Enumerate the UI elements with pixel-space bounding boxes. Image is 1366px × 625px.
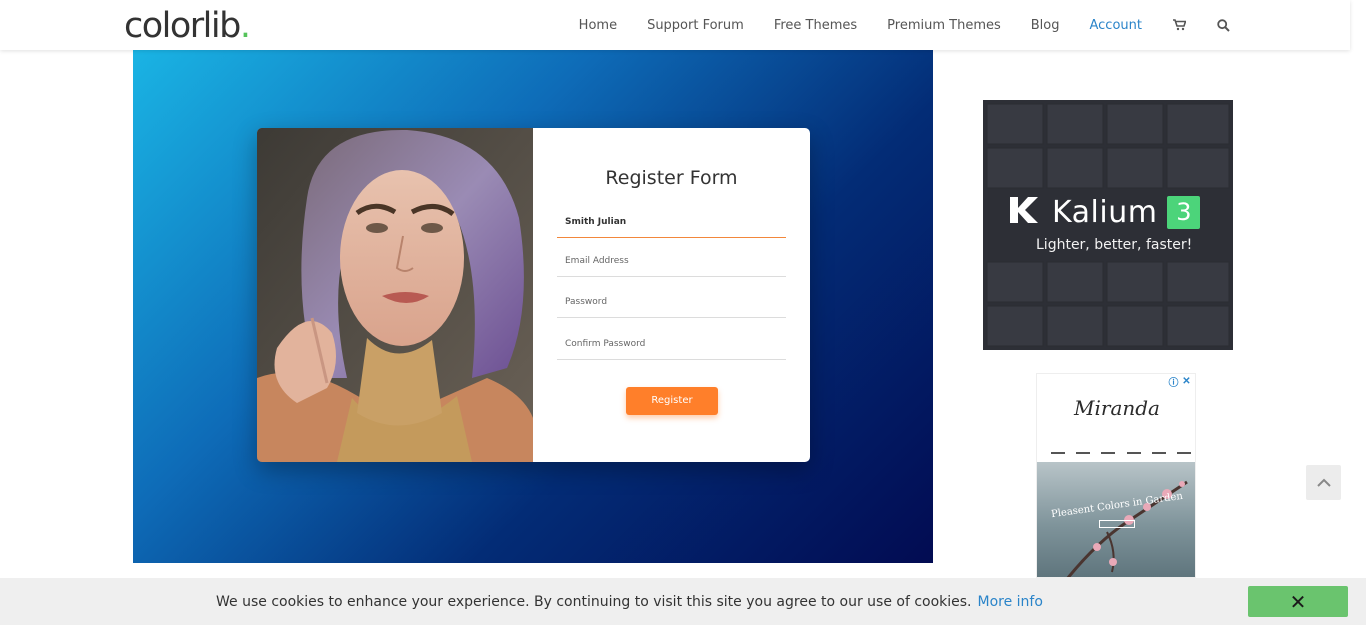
miranda-nav [1051,452,1191,456]
miranda-ad[interactable]: ⓘ ✕ Miranda Pleasent Colors in Garden [1036,373,1196,578]
more-info-link[interactable]: More info [978,594,1043,610]
kalium-ad[interactable]: Kalium 3 Lighter, better, faster! [983,100,1233,350]
register-card: Register Form Smith Julian Email Address… [257,128,810,462]
form-title: Register Form [605,167,738,189]
kalium-logo-icon [1008,195,1040,230]
register-form: Register Form Smith Julian Email Address… [533,128,810,462]
cookie-bar: We use cookies to enhance your experienc… [0,578,1366,625]
model-photo [257,128,533,462]
cookie-message: We use cookies to enhance your experienc… [216,594,1043,610]
password-field[interactable]: Password [557,290,786,318]
kalium-brand: Kalium 3 [1008,195,1201,230]
page: colorlib. Home Support Forum Free Themes… [0,0,1366,625]
kalium-tagline: Lighter, better, faster! [1036,237,1193,253]
confirm-password-field[interactable]: Confirm Password [557,332,786,360]
info-icon[interactable]: ⓘ [1167,375,1180,389]
site-header: colorlib. Home Support Forum Free Themes… [0,0,1350,50]
nav-premium-themes[interactable]: Premium Themes [887,18,1001,33]
close-icon[interactable]: ✕ [1180,375,1193,388]
name-field[interactable]: Smith Julian [557,210,786,238]
nav-blog[interactable]: Blog [1031,18,1060,33]
nav-support-forum[interactable]: Support Forum [647,18,744,33]
nav-home[interactable]: Home [579,18,617,33]
miranda-button [1099,520,1135,528]
template-preview[interactable]: Register Form Smith Julian Email Address… [133,50,933,563]
chevron-up-icon [1316,478,1331,487]
kalium-version-badge: 3 [1167,196,1201,229]
main-nav: Home Support Forum Free Themes Premium T… [549,0,1230,50]
search-icon[interactable] [1216,18,1230,32]
cookie-close-button[interactable]: ✕ [1248,586,1348,617]
back-to-top-button[interactable] [1306,465,1341,500]
kalium-name: Kalium [1052,195,1158,230]
nav-free-themes[interactable]: Free Themes [774,18,857,33]
colorlib-logo[interactable]: colorlib. [124,6,251,46]
miranda-title: Miranda [1074,396,1160,420]
adchoices: ⓘ ✕ [1167,375,1193,389]
nav-account[interactable]: Account [1090,18,1143,33]
miranda-hero: Pleasent Colors in Garden [1037,462,1195,577]
register-button[interactable]: Register [626,387,718,415]
cart-icon[interactable] [1172,18,1186,32]
email-field[interactable]: Email Address [557,249,786,277]
